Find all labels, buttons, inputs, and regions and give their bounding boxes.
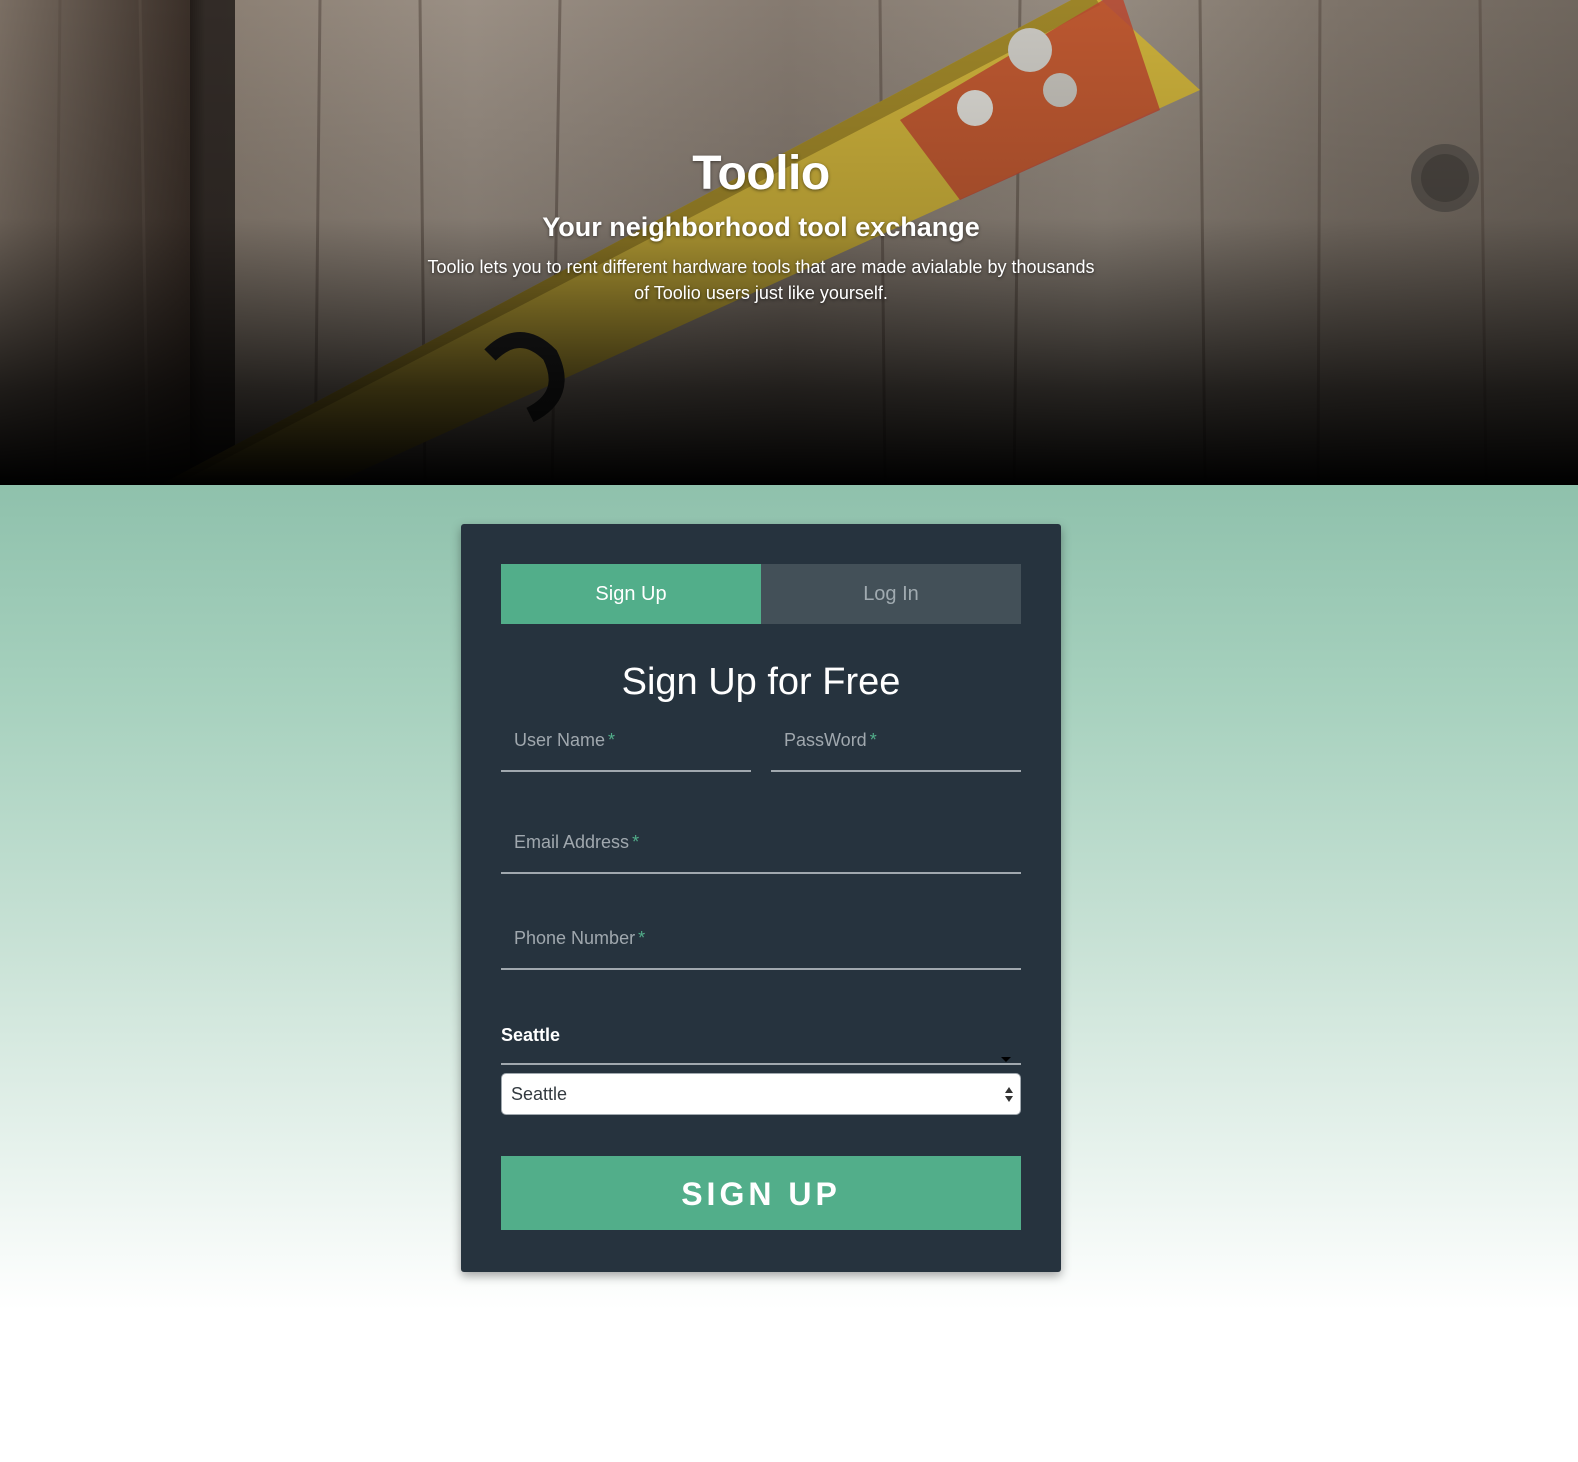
hero-subtitle: Your neighborhood tool exchange — [542, 212, 980, 242]
caret-down-icon[interactable] — [1001, 1057, 1011, 1062]
tab-sign-up[interactable]: Sign Up — [501, 564, 761, 624]
signup-card: Sign Up Log In Sign Up for Free User Nam… — [461, 524, 1061, 1272]
auth-tabs: Sign Up Log In — [501, 564, 1021, 624]
select-arrows-icon — [1004, 1085, 1014, 1105]
email-field[interactable]: Email Address * — [501, 820, 1021, 874]
password-input[interactable] — [771, 718, 1021, 770]
tab-log-in[interactable]: Log In — [761, 564, 1021, 624]
sign-up-button[interactable]: SIGN UP — [501, 1156, 1021, 1230]
city-dropdown-underline — [501, 1063, 1021, 1065]
hero-banner: Toolio Your neighborhood tool exchange T… — [0, 0, 1578, 485]
hero-title: Toolio — [692, 147, 830, 200]
form-title: Sign Up for Free — [621, 661, 901, 703]
phone-input[interactable] — [501, 916, 1021, 968]
password-field[interactable]: PassWord * — [771, 718, 1021, 772]
city-select[interactable]: Seattle — [501, 1073, 1021, 1115]
city-dropdown-label[interactable]: Seattle — [501, 1025, 560, 1046]
username-field[interactable]: User Name * — [501, 718, 751, 772]
phone-field[interactable]: Phone Number * — [501, 916, 1021, 970]
username-input[interactable] — [501, 718, 751, 770]
hero-description: Toolio lets you to rent different hardwa… — [427, 257, 1095, 303]
city-select-value: Seattle — [511, 1084, 568, 1104]
email-input[interactable] — [501, 820, 1021, 872]
